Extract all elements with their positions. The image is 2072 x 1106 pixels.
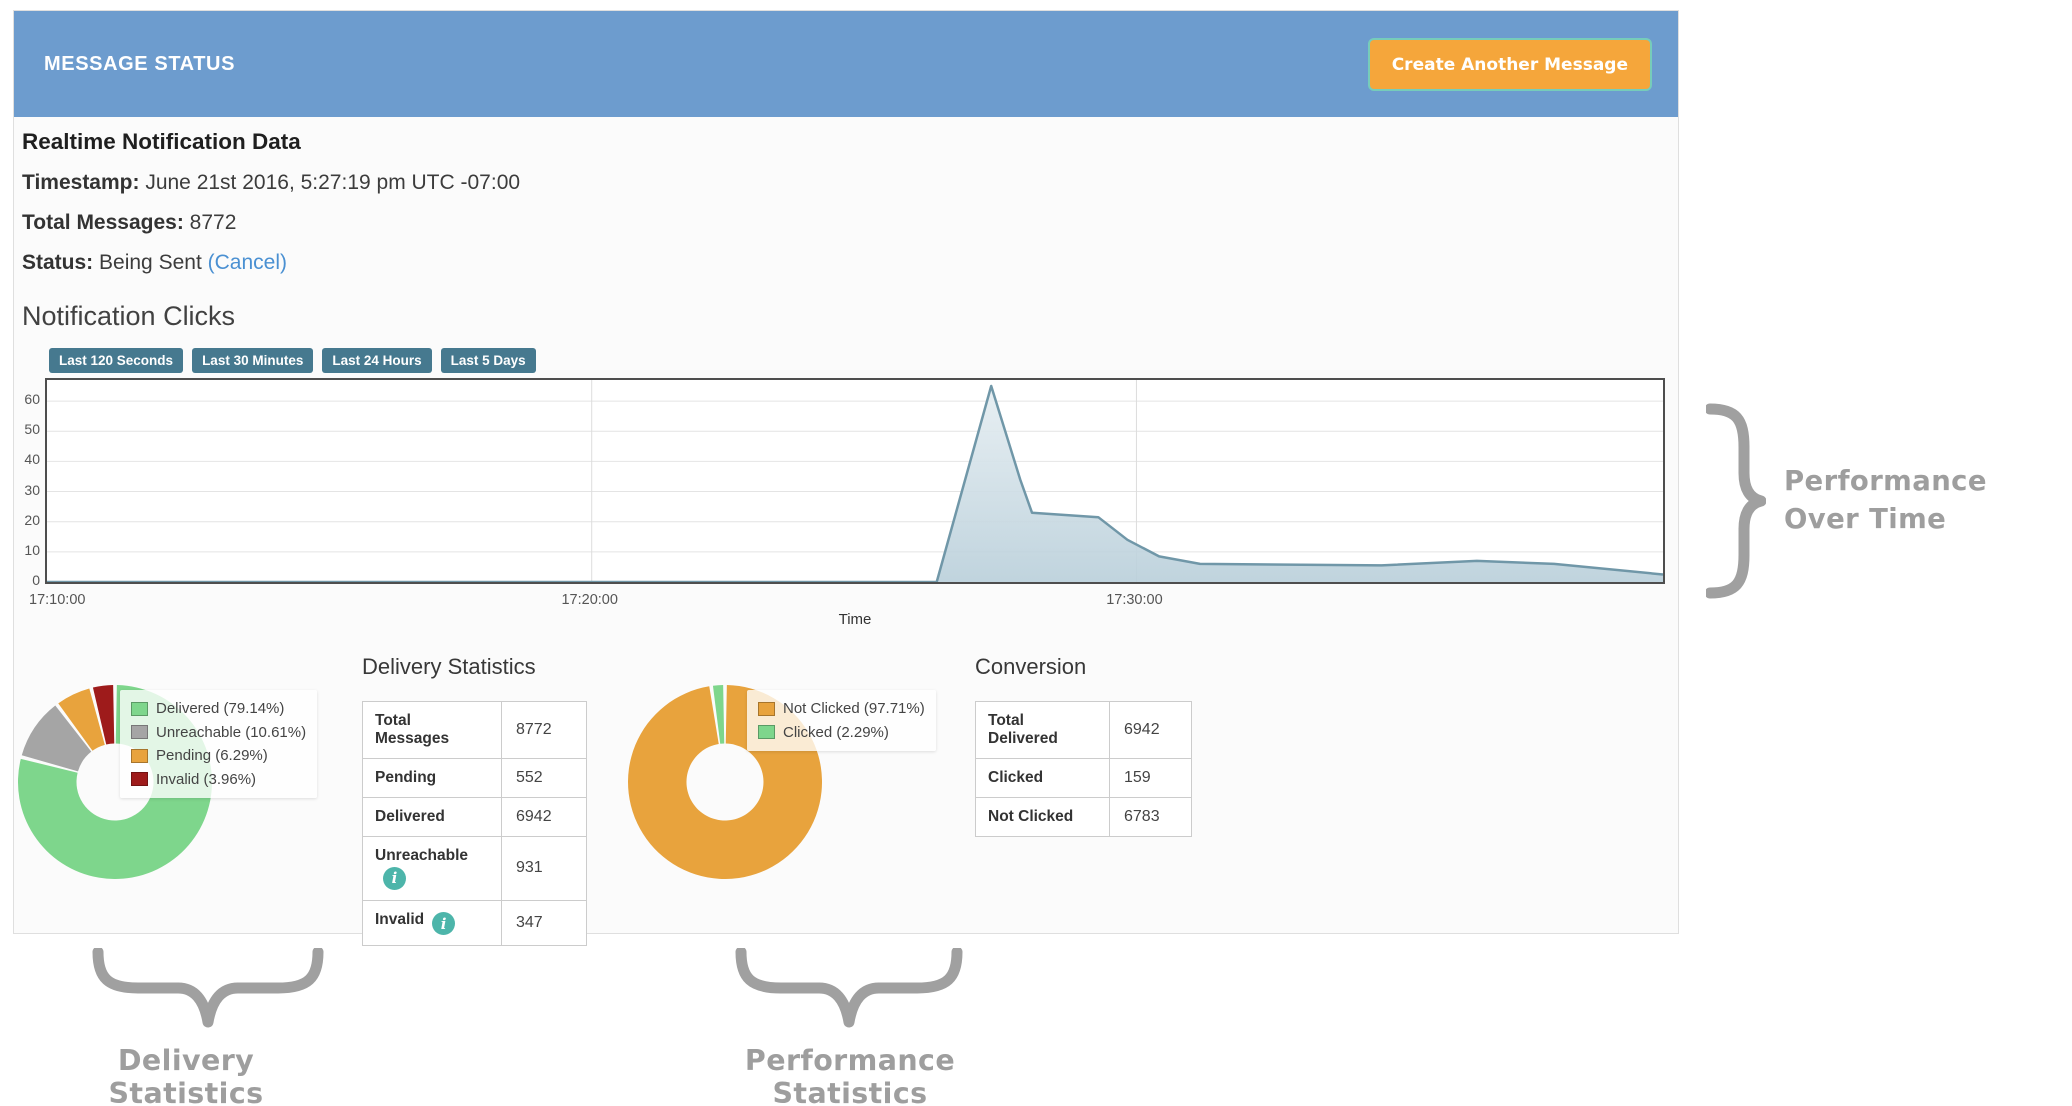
row-value: 6942 (502, 798, 587, 837)
table-row-delivered: Delivered6942 (363, 798, 587, 837)
range-button-last-120-seconds[interactable]: Last 120 Seconds (49, 348, 183, 373)
x-axis-title: Time (839, 611, 872, 628)
x-axis-tick: 17:30:00 (1106, 592, 1162, 608)
row-value: 931 (502, 837, 587, 901)
table-row-total-messages: Total Messages8772 (363, 702, 587, 759)
page-title: MESSAGE STATUS (44, 11, 235, 117)
status-line: Status: Being Sent (Cancel) (22, 251, 287, 275)
card-header: MESSAGE STATUS Create Another Message (14, 11, 1678, 117)
legend-swatch (131, 725, 148, 739)
range-button-last-30-minutes[interactable]: Last 30 Minutes (192, 348, 313, 373)
area-series-fill (47, 386, 1663, 582)
range-button-last-24-hours[interactable]: Last 24 Hours (322, 348, 431, 373)
legend-item-not-clicked[interactable]: Not Clicked (97.71%) (758, 697, 925, 721)
notification-clicks-chart[interactable] (45, 378, 1665, 584)
range-button-last-5-days[interactable]: Last 5 Days (441, 348, 536, 373)
y-axis-tick: 50 (14, 421, 40, 437)
row-label: Invalidi (363, 900, 502, 946)
x-axis-tick: 17:10:00 (29, 592, 85, 608)
time-range-buttons: Last 120 Seconds Last 30 Minutes Last 24 H… (49, 348, 536, 373)
y-axis-tick: 10 (14, 542, 40, 558)
row-value: 6942 (1110, 702, 1192, 759)
message-status-card: MESSAGE STATUS Create Another Message Re… (13, 10, 1679, 934)
legend-item-delivered[interactable]: Delivered (79.14%) (131, 697, 306, 721)
legend-item-invalid[interactable]: Invalid (3.96%) (131, 768, 306, 792)
info-icon[interactable]: i (383, 867, 406, 890)
clicks-donut-legend: Not Clicked (97.71%) Clicked (2.29%) (747, 690, 936, 751)
delivery-donut-legend: Delivered (79.14%) Unreachable (10.61%) Pe… (120, 690, 317, 798)
performance-statistics-brace (735, 948, 963, 1030)
y-axis-tick: 40 (14, 451, 40, 467)
row-label: Total Messages (363, 702, 502, 759)
legend-label: Unreachable (10.61%) (156, 724, 306, 741)
legend-swatch (131, 702, 148, 716)
conversion-title: Conversion (975, 654, 1086, 680)
table-row-not-clicked: Not Clicked6783 (976, 798, 1192, 837)
legend-label: Clicked (2.29%) (783, 724, 889, 741)
legend-label: Invalid (3.96%) (156, 771, 256, 788)
area-series-line (47, 386, 1663, 582)
legend-swatch (131, 772, 148, 786)
legend-swatch (758, 725, 775, 739)
legend-item-clicked[interactable]: Clicked (2.29%) (758, 721, 925, 745)
row-label: Unreachablei (363, 837, 502, 901)
y-axis-tick: 30 (14, 482, 40, 498)
create-another-message-button[interactable]: Create Another Message (1368, 38, 1652, 91)
row-label: Clicked (976, 759, 1110, 798)
right-brace (1706, 403, 1766, 599)
conversion-table: Total Delivered6942Clicked159Not Clicked… (975, 701, 1192, 837)
legend-label: Delivered (79.14%) (156, 700, 284, 717)
legend-label: Not Clicked (97.71%) (783, 700, 925, 717)
status-value: Being Sent (99, 251, 202, 274)
performance-over-time-label: Performance Over Time (1784, 462, 2064, 538)
page: MESSAGE STATUS Create Another Message Re… (0, 0, 2072, 1106)
performance-statistics-annotation: Performance Statistics (670, 1044, 1030, 1106)
status-label: Status: (22, 251, 93, 274)
x-axis-tick: 17:20:00 (561, 592, 617, 608)
total-messages-label: Total Messages: (22, 211, 184, 234)
table-row-unreachable: Unreachablei931 (363, 837, 587, 901)
legend-item-unreachable[interactable]: Unreachable (10.61%) (131, 721, 306, 745)
delivery-statistics-annotation: Delivery Statistics (40, 1044, 332, 1106)
cancel-link[interactable]: (Cancel) (208, 251, 287, 274)
row-label: Not Clicked (976, 798, 1110, 837)
total-messages-value: 8772 (190, 211, 237, 234)
realtime-data-heading: Realtime Notification Data (22, 129, 301, 155)
row-label: Delivered (363, 798, 502, 837)
delivery-statistics-table: Total Messages8772Pending552Delivered694… (362, 701, 587, 946)
legend-swatch (131, 749, 148, 763)
legend-swatch (758, 702, 775, 716)
delivery-statistics-title: Delivery Statistics (362, 654, 536, 680)
table-row-clicked: Clicked159 (976, 759, 1192, 798)
timestamp-line: Timestamp: June 21st 2016, 5:27:19 pm UT… (22, 171, 520, 195)
table-row-pending: Pending552 (363, 759, 587, 798)
info-icon[interactable]: i (432, 912, 455, 935)
table-row-total-delivered: Total Delivered6942 (976, 702, 1192, 759)
row-value: 347 (502, 900, 587, 946)
row-value: 8772 (502, 702, 587, 759)
row-value: 159 (1110, 759, 1192, 798)
row-value: 6783 (1110, 798, 1192, 837)
legend-item-pending[interactable]: Pending (6.29%) (131, 744, 306, 768)
y-axis-tick: 0 (14, 572, 40, 588)
timestamp-label: Timestamp: (22, 171, 139, 194)
total-messages-line: Total Messages: 8772 (22, 211, 236, 235)
table-row-invalid: Invalidi347 (363, 900, 587, 946)
y-axis-tick: 60 (14, 391, 40, 407)
row-label: Pending (363, 759, 502, 798)
row-label: Total Delivered (976, 702, 1110, 759)
delivery-statistics-brace (92, 948, 324, 1030)
row-value: 552 (502, 759, 587, 798)
notification-clicks-title: Notification Clicks (22, 301, 235, 332)
legend-label: Pending (6.29%) (156, 747, 268, 764)
timestamp-value: June 21st 2016, 5:27:19 pm UTC -07:00 (145, 171, 520, 194)
y-axis-tick: 20 (14, 512, 40, 528)
